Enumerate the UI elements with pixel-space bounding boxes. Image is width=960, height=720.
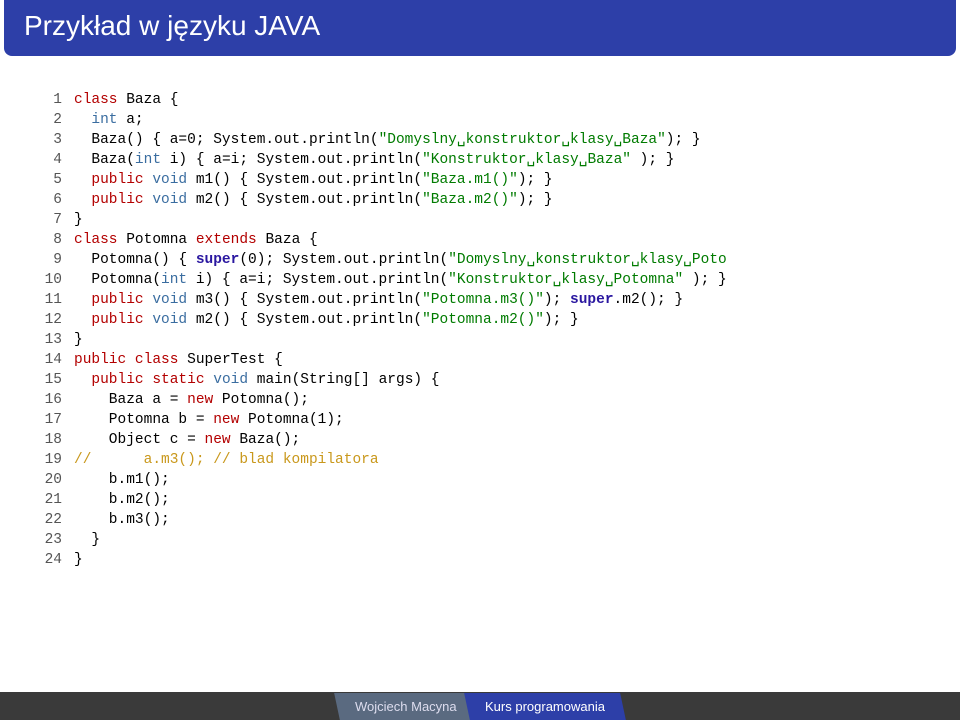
code-content: } (74, 530, 928, 550)
code-content: b.m1(); (74, 470, 928, 490)
code-line: 11 public void m3() { System.out.println… (38, 290, 928, 310)
code-content: public void m3() { System.out.println("P… (74, 290, 928, 310)
code-content: Potomna b = new Potomna(1); (74, 410, 928, 430)
code-content: public void m2() { System.out.println("P… (74, 310, 928, 330)
line-number: 2 (38, 110, 74, 130)
code-line: 18 Object c = new Baza(); (38, 430, 928, 450)
code-content: Potomna(int i) { a=i; System.out.println… (74, 270, 928, 290)
code-content: int a; (74, 110, 928, 130)
code-content: public class SuperTest { (74, 350, 928, 370)
code-line: 5 public void m1() { System.out.println(… (38, 170, 928, 190)
code-line: 22 b.m3(); (38, 510, 928, 530)
code-line: 17 Potomna b = new Potomna(1); (38, 410, 928, 430)
code-content: public void m1() { System.out.println("B… (74, 170, 928, 190)
code-content: public void m2() { System.out.println("B… (74, 190, 928, 210)
line-number: 3 (38, 130, 74, 150)
code-content: class Potomna extends Baza { (74, 230, 928, 250)
line-number: 11 (38, 290, 74, 310)
code-line: 14public class SuperTest { (38, 350, 928, 370)
line-number: 13 (38, 330, 74, 350)
line-number: 18 (38, 430, 74, 450)
line-number: 8 (38, 230, 74, 250)
code-content: Baza() { a=0; System.out.println("Domysl… (74, 130, 928, 150)
line-number: 15 (38, 370, 74, 390)
code-line: 24} (38, 550, 928, 570)
line-number: 7 (38, 210, 74, 230)
footer-author: Wojciech Macyna (334, 693, 477, 720)
line-number: 14 (38, 350, 74, 370)
line-number: 10 (38, 270, 74, 290)
code-line: 13} (38, 330, 928, 350)
slide-title: Przykład w języku JAVA (4, 0, 956, 56)
code-line: 20 b.m1(); (38, 470, 928, 490)
slide-footer: Wojciech Macyna Kurs programowania (0, 692, 960, 720)
code-content: } (74, 550, 928, 570)
code-line: 3 Baza() { a=0; System.out.println("Domy… (38, 130, 928, 150)
code-line: 2 int a; (38, 110, 928, 130)
code-content: Baza a = new Potomna(); (74, 390, 928, 410)
code-line: 16 Baza a = new Potomna(); (38, 390, 928, 410)
line-number: 1 (38, 90, 74, 110)
line-number: 21 (38, 490, 74, 510)
line-number: 9 (38, 250, 74, 270)
code-line: 6 public void m2() { System.out.println(… (38, 190, 928, 210)
code-line: 8class Potomna extends Baza { (38, 230, 928, 250)
code-content: Object c = new Baza(); (74, 430, 928, 450)
code-line: 4 Baza(int i) { a=i; System.out.println(… (38, 150, 928, 170)
line-number: 5 (38, 170, 74, 190)
code-line: 7} (38, 210, 928, 230)
code-line: 10 Potomna(int i) { a=i; System.out.prin… (38, 270, 928, 290)
line-number: 23 (38, 530, 74, 550)
code-line: 15 public static void main(String[] args… (38, 370, 928, 390)
code-content: } (74, 330, 928, 350)
code-content: } (74, 210, 928, 230)
line-number: 20 (38, 470, 74, 490)
code-listing: 1class Baza {2 int a;3 Baza() { a=0; Sys… (32, 84, 928, 576)
code-content: public static void main(String[] args) { (74, 370, 928, 390)
code-content: b.m2(); (74, 490, 928, 510)
code-line: 12 public void m2() { System.out.println… (38, 310, 928, 330)
code-line: 23 } (38, 530, 928, 550)
line-number: 22 (38, 510, 74, 530)
line-number: 12 (38, 310, 74, 330)
code-line: 9 Potomna() { super(0); System.out.print… (38, 250, 928, 270)
code-content: // a.m3(); // blad kompilatora (74, 450, 928, 470)
code-line: 1class Baza { (38, 90, 928, 110)
code-content: Baza(int i) { a=i; System.out.println("K… (74, 150, 928, 170)
line-number: 19 (38, 450, 74, 470)
line-number: 17 (38, 410, 74, 430)
line-number: 4 (38, 150, 74, 170)
line-number: 6 (38, 190, 74, 210)
line-number: 24 (38, 550, 74, 570)
code-line: 21 b.m2(); (38, 490, 928, 510)
code-line: 19// a.m3(); // blad kompilatora (38, 450, 928, 470)
code-content: Potomna() { super(0); System.out.println… (74, 250, 928, 270)
line-number: 16 (38, 390, 74, 410)
footer-course: Kurs programowania (464, 693, 626, 720)
code-content: b.m3(); (74, 510, 928, 530)
code-content: class Baza { (74, 90, 928, 110)
